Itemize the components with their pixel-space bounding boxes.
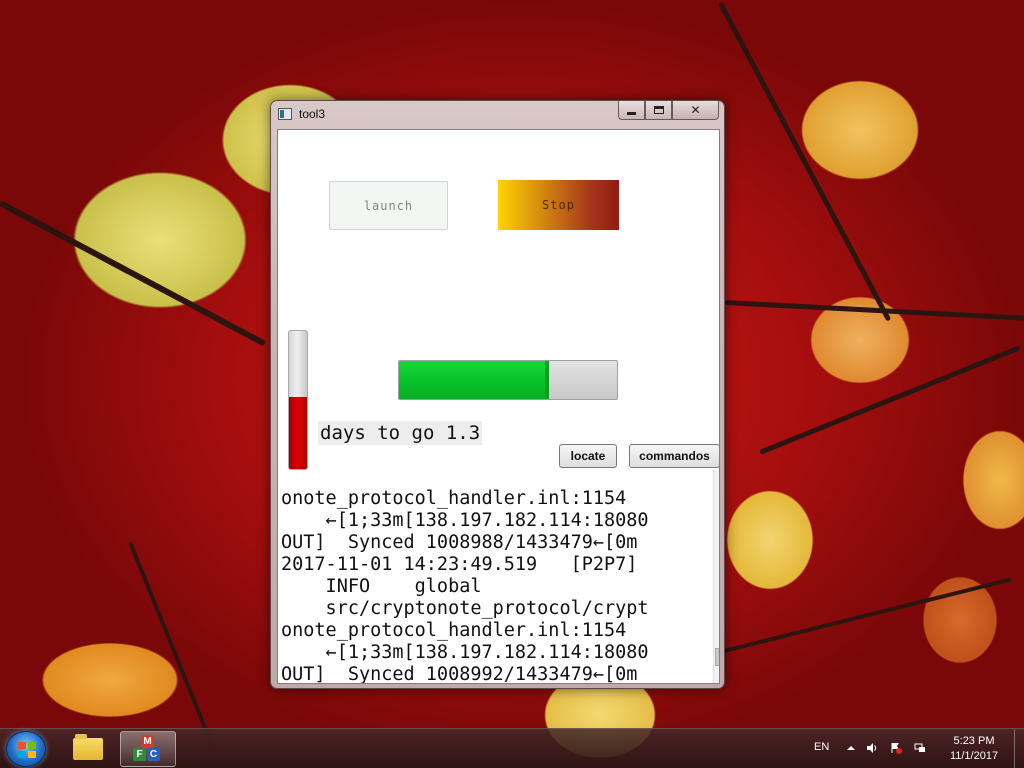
explorer-folder-icon xyxy=(73,734,103,760)
locate-button[interactable]: locate xyxy=(559,444,617,468)
log-line: ←[1;33m[138.197.182.114:18080 xyxy=(281,510,649,531)
log-line: OUT] Synced 1008992/1433479←[0m xyxy=(281,664,638,684)
close-button[interactable]: ✕ xyxy=(672,101,719,120)
clock[interactable]: 5:23 PM 11/1/2017 xyxy=(935,734,1013,764)
title-bar[interactable]: tool3 ✕ xyxy=(271,101,724,129)
window-client-area: launch Stop days to go 1.3 locate comman… xyxy=(277,129,720,684)
language-indicator[interactable]: EN xyxy=(814,741,829,753)
maximize-icon xyxy=(653,106,664,114)
log-line: ←[1;33m[138.197.182.114:18080 xyxy=(281,642,649,663)
log-line: 2017-11-01 14:23:49.519 [P2P7] xyxy=(281,554,638,575)
close-icon: ✕ xyxy=(690,103,701,117)
log-output[interactable]: onote_protocol_handler.inl:1154 ←[1;33m[… xyxy=(278,470,719,684)
horizontal-progress-bar xyxy=(398,360,618,400)
maximize-button[interactable] xyxy=(645,101,672,120)
wallpaper-branch xyxy=(719,577,1012,654)
log-line: INFO global xyxy=(281,576,482,597)
wallpaper-branch xyxy=(759,345,1021,455)
log-line: onote_protocol_handler.inl:1154 xyxy=(281,488,627,509)
vertical-progress-fill xyxy=(289,397,307,469)
show-hidden-icon[interactable] xyxy=(845,742,857,754)
tool3-window: tool3 ✕ launch Stop days to go 1.3 locat… xyxy=(270,100,725,689)
window-app-icon[interactable] xyxy=(278,108,292,120)
action-center-flag-icon[interactable] xyxy=(890,742,902,754)
log-scrollbar[interactable] xyxy=(713,470,719,683)
taskbar: M F C EN 5:23 PM 11/1/2017 xyxy=(0,728,1024,768)
window-title: tool3 xyxy=(299,107,326,121)
taskbar-app-button[interactable]: M F C xyxy=(120,731,176,767)
network-icon[interactable] xyxy=(914,742,926,754)
minimize-button[interactable] xyxy=(618,101,645,120)
log-text: onote_protocol_handler.inl:1154 ←[1;33m[… xyxy=(281,470,711,684)
commandos-button[interactable]: commandos xyxy=(629,444,719,468)
horizontal-progress-fill xyxy=(399,361,550,399)
taskbar-explorer-button[interactable] xyxy=(60,731,116,767)
wallpaper-branch xyxy=(128,541,215,747)
volume-icon[interactable] xyxy=(866,742,878,754)
wallpaper-branch xyxy=(724,300,1024,321)
log-line: src/cryptonote_protocol/crypt xyxy=(281,598,649,619)
vertical-progress-bar xyxy=(288,330,308,470)
minimize-icon xyxy=(627,111,636,115)
launch-button[interactable]: launch xyxy=(329,181,448,230)
window-controls: ✕ xyxy=(618,101,719,120)
days-to-go-label: days to go 1.3 xyxy=(318,421,483,445)
app-mfc-icon: M F C xyxy=(133,735,163,763)
start-orb-icon[interactable] xyxy=(6,731,46,767)
log-line: OUT] Synced 1008988/1433479←[0m xyxy=(281,532,638,553)
log-line: onote_protocol_handler.inl:1154 xyxy=(281,620,627,641)
log-scrollbar-thumb[interactable] xyxy=(715,648,719,666)
wallpaper-branch xyxy=(0,200,267,347)
stop-button[interactable]: Stop xyxy=(498,180,619,230)
show-desktop-button[interactable] xyxy=(1014,729,1024,768)
clock-date: 11/1/2017 xyxy=(949,750,999,762)
clock-time: 5:23 PM xyxy=(953,735,995,747)
wallpaper-branch xyxy=(717,1,892,322)
